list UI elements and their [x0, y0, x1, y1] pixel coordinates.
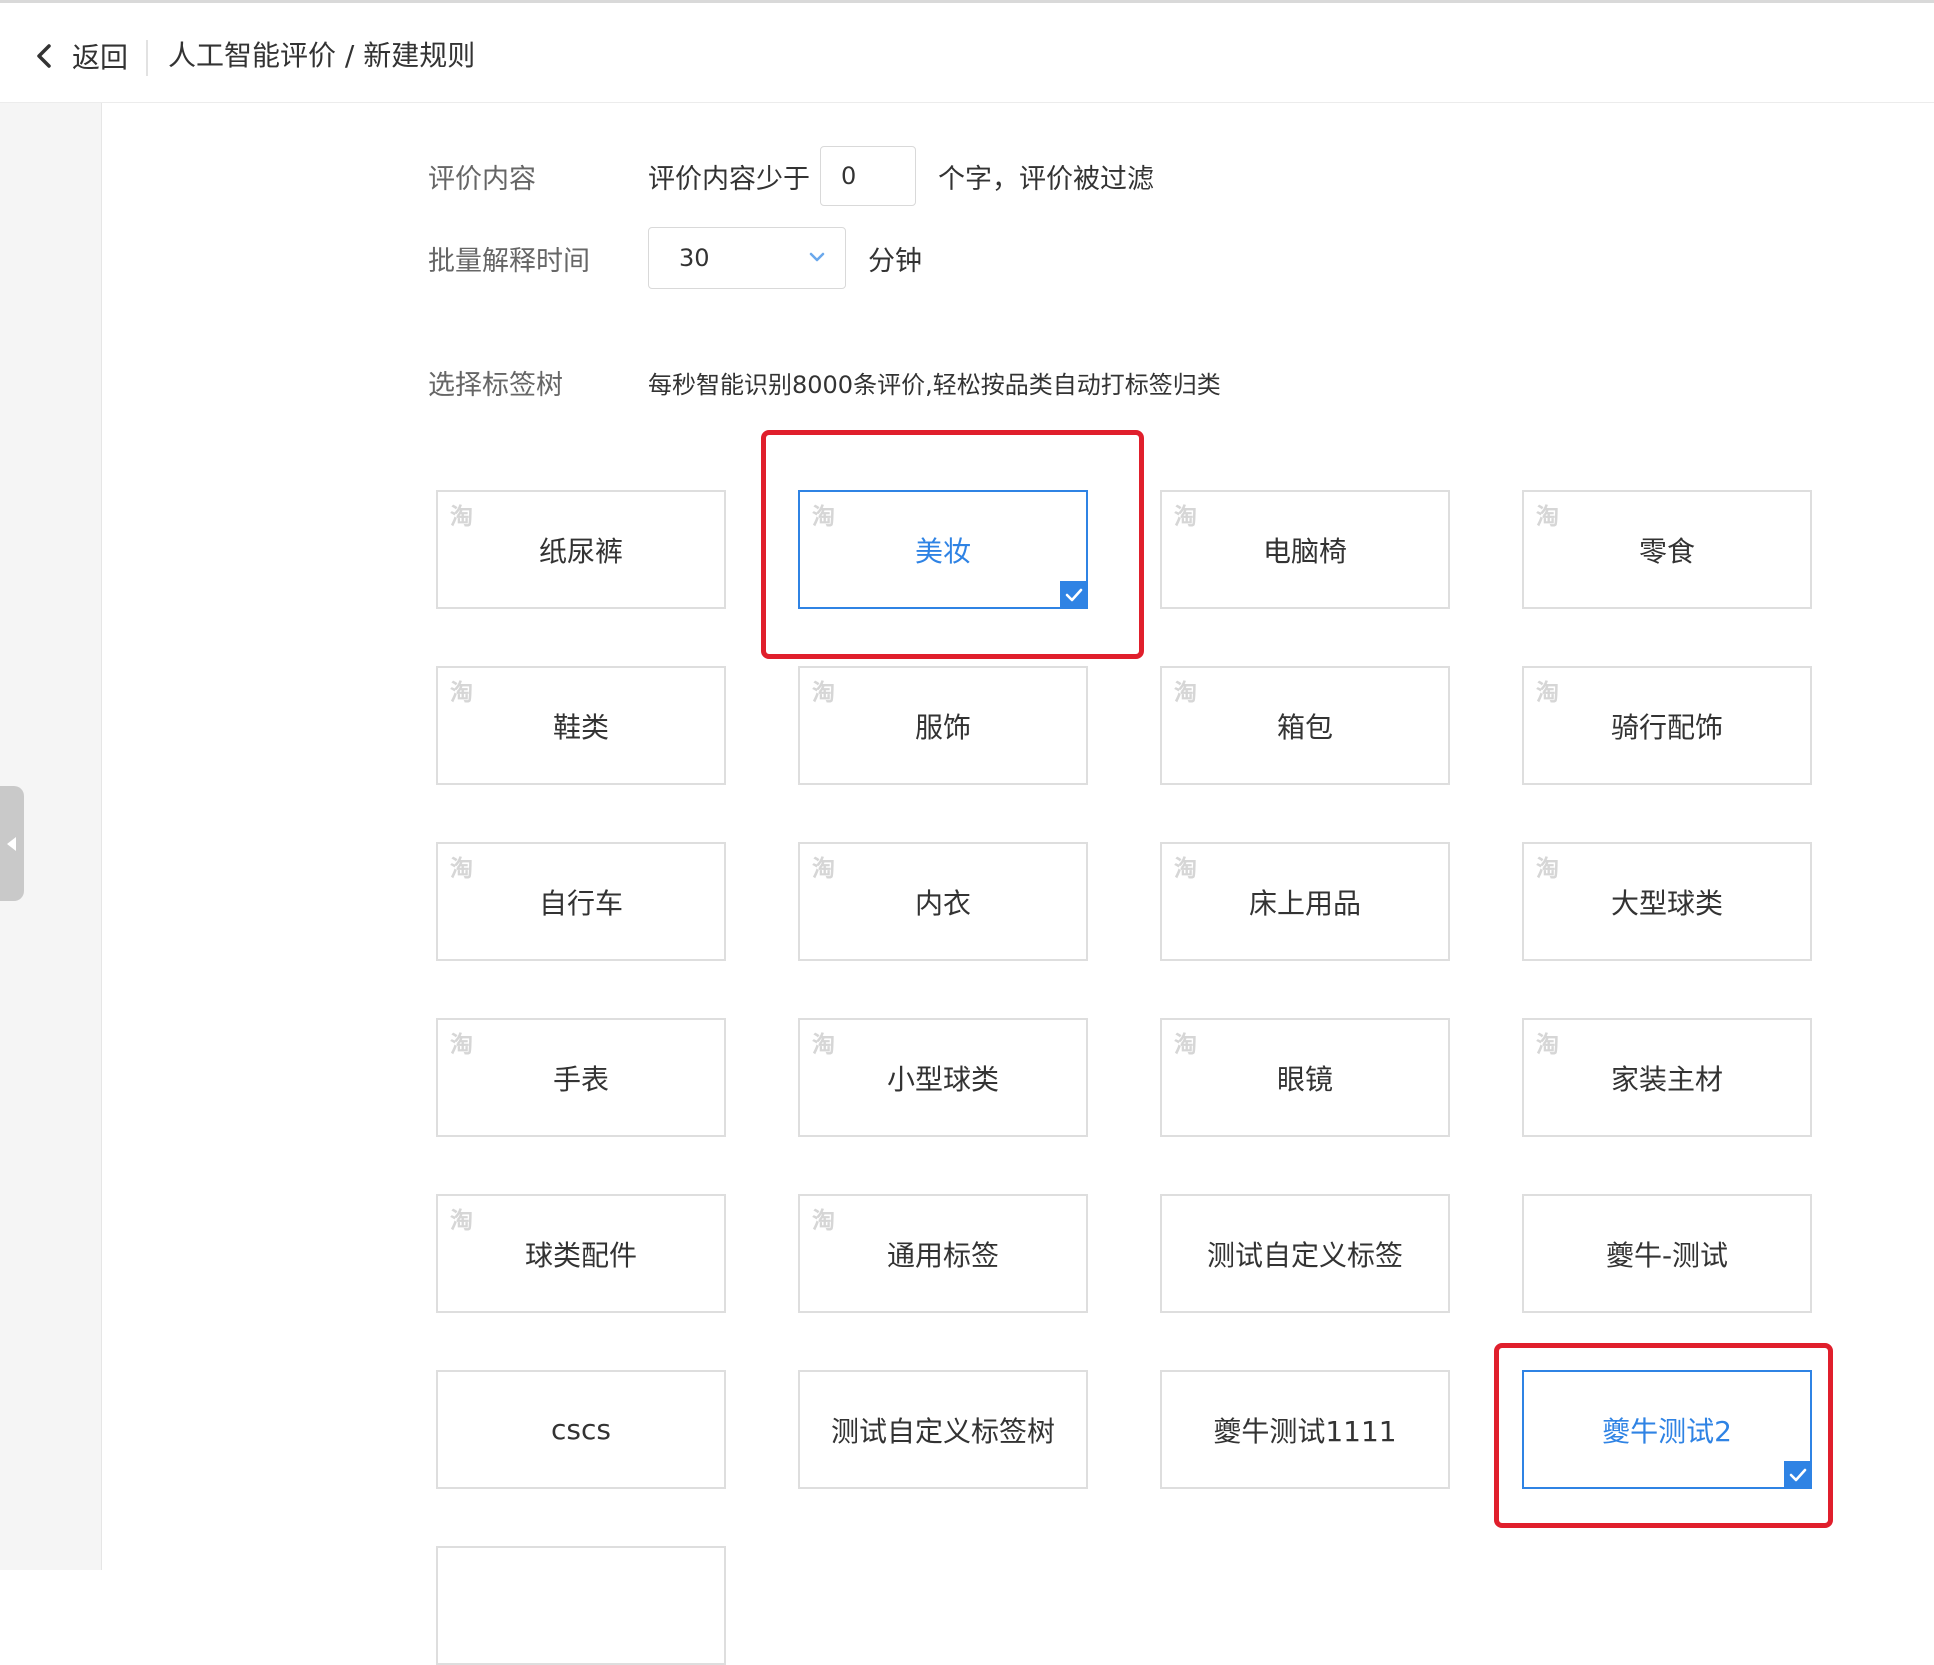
tag-tile[interactable]: 淘手表: [436, 1018, 726, 1137]
tag-tree-hint: 每秒智能识别8000条评价,轻松按品类自动打标签归类: [648, 370, 1221, 399]
checkmark-icon: [1060, 581, 1088, 609]
tag-tile[interactable]: 测试自定义标签树: [798, 1370, 1088, 1489]
tag-tile[interactable]: cscs: [436, 1370, 726, 1489]
content-filter-label: 评价内容: [428, 163, 536, 195]
tag-tile-label: 眼镜: [1276, 1062, 1333, 1096]
taobao-icon: 淘: [450, 1032, 473, 1058]
tag-tile-label: 床上用品: [1248, 886, 1361, 920]
tag-tile-label: 大型球类: [1610, 886, 1723, 920]
taobao-icon: 淘: [450, 680, 473, 706]
tag-tile-label: 美妆: [914, 534, 971, 568]
taobao-icon: 淘: [1536, 504, 1559, 530]
tag-tile-label: 球类配件: [524, 1238, 637, 1272]
batch-time-value: 30: [679, 244, 710, 272]
taobao-icon: 淘: [1174, 680, 1197, 706]
tag-tile[interactable]: 淘自行车: [436, 842, 726, 961]
chevron-down-icon: [809, 252, 825, 262]
header-divider: [146, 40, 148, 76]
tag-tile-label: 纸尿裤: [538, 534, 623, 568]
tag-tile-label: 内衣: [914, 886, 971, 920]
tag-tile[interactable]: 淘内衣: [798, 842, 1088, 961]
tag-tile-label: cscs: [551, 1413, 611, 1446]
tag-tile[interactable]: 测试自定义标签: [1160, 1194, 1450, 1313]
tag-tree-row: 选择标签树 每秒智能识别8000条评价,轻松按品类自动打标签归类: [428, 350, 1221, 414]
page-header: 返回 人工智能评价 / 新建规则: [0, 3, 1934, 103]
tag-tile-label: 测试自定义标签树: [830, 1414, 1055, 1448]
tag-tile[interactable]: 淘大型球类: [1522, 842, 1812, 961]
breadcrumb: 人工智能评价 / 新建规则: [168, 39, 476, 72]
tag-tile[interactable]: 夔牛测试1111: [1160, 1370, 1450, 1489]
taobao-icon: 淘: [450, 856, 473, 882]
content-filter-suffix: 个字，评价被过滤: [938, 163, 1154, 195]
taobao-icon: 淘: [812, 504, 835, 530]
tag-tile[interactable]: 淘眼镜: [1160, 1018, 1450, 1137]
tag-tile-label: 箱包: [1276, 710, 1333, 744]
taobao-icon: 淘: [1174, 856, 1197, 882]
tag-tile[interactable]: 淘电脑椅: [1160, 490, 1450, 609]
taobao-icon: 淘: [812, 1208, 835, 1234]
batch-time-label: 批量解释时间: [428, 245, 590, 277]
tag-tile-label: 小型球类: [886, 1062, 999, 1096]
tag-tile[interactable]: 淘美妆: [798, 490, 1088, 609]
back-button[interactable]: 返回: [28, 31, 128, 81]
taobao-icon: 淘: [1174, 1032, 1197, 1058]
tag-tile[interactable]: 淘零食: [1522, 490, 1812, 609]
taobao-icon: 淘: [812, 1032, 835, 1058]
taobao-icon: 淘: [1536, 856, 1559, 882]
tag-tile[interactable]: 淘鞋类: [436, 666, 726, 785]
tag-tile[interactable]: 淘家装主材: [1522, 1018, 1812, 1137]
taobao-icon: 淘: [1174, 504, 1197, 530]
taobao-icon: 淘: [1536, 1032, 1559, 1058]
content-filter-row: 评价内容 评价内容少于 个字，评价被过滤: [428, 144, 1154, 208]
tag-tile[interactable]: 夔牛-测试: [1522, 1194, 1812, 1313]
tag-tile-label: 手表: [552, 1062, 609, 1096]
back-label: 返回: [72, 41, 129, 74]
tag-tile[interactable]: 淘纸尿裤: [436, 490, 726, 609]
tag-tile-label: 夔牛测试2: [1602, 1414, 1732, 1448]
chevron-left-icon: [37, 44, 51, 68]
tag-tile-label: 家装主材: [1610, 1062, 1723, 1096]
tag-tile[interactable]: [436, 1546, 726, 1665]
sidebar-collapse-handle[interactable]: [0, 786, 24, 901]
tag-tile-label: 夔牛测试1111: [1213, 1414, 1397, 1448]
tag-tile[interactable]: 淘床上用品: [1160, 842, 1450, 961]
tag-tile[interactable]: 淘服饰: [798, 666, 1088, 785]
tag-tile-label: 通用标签: [886, 1238, 999, 1272]
taobao-icon: 淘: [812, 856, 835, 882]
tag-tile-label: 零食: [1638, 534, 1695, 568]
tag-tile[interactable]: 淘小型球类: [798, 1018, 1088, 1137]
tag-tile-label: 鞋类: [552, 710, 609, 744]
taobao-icon: 淘: [812, 680, 835, 706]
taobao-icon: 淘: [450, 504, 473, 530]
batch-time-unit: 分钟: [868, 245, 922, 277]
content-filter-prefix: 评价内容少于: [648, 163, 810, 195]
tag-tile[interactable]: 淘箱包: [1160, 666, 1450, 785]
tag-tile-label: 服饰: [914, 710, 971, 744]
tag-tile-label: 测试自定义标签: [1206, 1238, 1403, 1272]
taobao-icon: 淘: [450, 1208, 473, 1234]
tag-tile[interactable]: 淘骑行配饰: [1522, 666, 1812, 785]
min-chars-input[interactable]: [820, 146, 916, 206]
tag-tile[interactable]: 淘球类配件: [436, 1194, 726, 1313]
tag-tree-label: 选择标签树: [428, 369, 563, 401]
checkmark-icon: [1784, 1461, 1812, 1489]
tag-tile[interactable]: 淘通用标签: [798, 1194, 1088, 1313]
caret-left-icon: [7, 836, 16, 851]
batch-time-select[interactable]: 30: [648, 227, 846, 289]
batch-time-row: 批量解释时间 30 分钟: [428, 226, 922, 290]
tag-tile-label: 骑行配饰: [1610, 710, 1723, 744]
taobao-icon: 淘: [1536, 680, 1559, 706]
tag-tile-label: 电脑椅: [1262, 534, 1347, 568]
tag-tile-label: 自行车: [538, 886, 623, 920]
tag-tile[interactable]: 夔牛测试2: [1522, 1370, 1812, 1489]
tag-tile-label: 夔牛-测试: [1605, 1238, 1729, 1272]
